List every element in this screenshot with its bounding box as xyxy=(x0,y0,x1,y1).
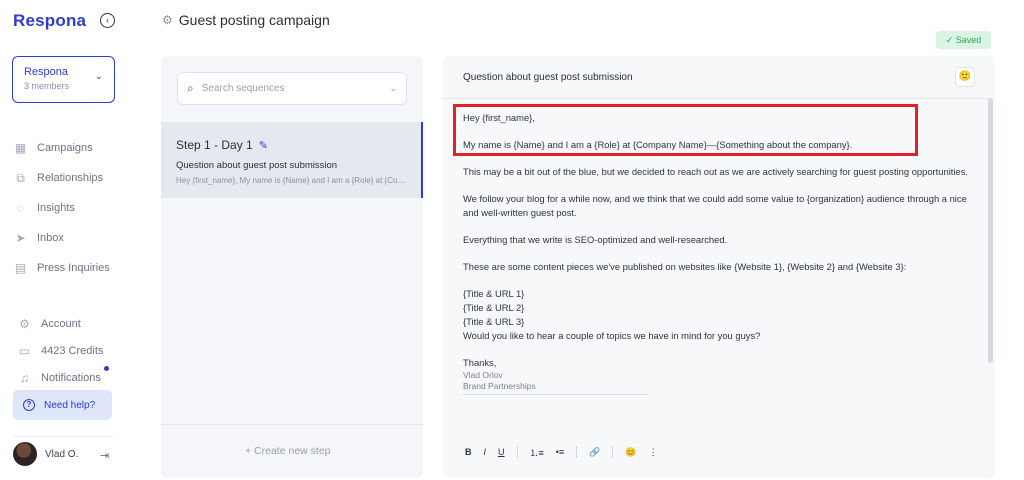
edit-icon[interactable]: ✎ xyxy=(259,139,268,152)
italic-button[interactable]: I xyxy=(484,447,487,457)
subject-field[interactable]: Question about guest post submission xyxy=(463,72,633,83)
subject-bar: Question about guest post submission 🙂 xyxy=(443,56,995,99)
signature-name: Vlad Orlov xyxy=(463,370,503,380)
user-name: Vlad O. xyxy=(45,448,79,460)
help-label: Need help? xyxy=(44,399,96,411)
create-new-step-button[interactable]: + Create new step xyxy=(245,445,331,457)
main-nav: ▦ Campaigns ⧉ Relationships ◌ Insights ➤… xyxy=(13,133,110,283)
sidebar-item-label: 4423 Credits xyxy=(41,344,104,357)
bell-icon: ♫ xyxy=(20,370,29,385)
sidebar-item-insights[interactable]: ◌ Insights xyxy=(13,193,110,223)
search-icon: ⌕ xyxy=(187,81,194,95)
step-title: Step 1 - Day 1 ✎ xyxy=(176,138,421,152)
campaign-title: Guest posting campaign xyxy=(178,12,330,28)
sidebar-item-inbox[interactable]: ➤ Inbox xyxy=(13,223,110,253)
bold-button[interactable]: B xyxy=(465,447,472,457)
body-link-line: {Title & URL 2} xyxy=(463,302,525,313)
inbox-icon: ➤ xyxy=(15,231,26,245)
sidebar-item-label: Campaigns xyxy=(37,142,93,154)
chevron-down-icon: ⌄ xyxy=(94,71,103,82)
page-title: ⚙ Guest posting campaign xyxy=(162,12,330,28)
sequence-panel: ⌕ ⌄ Step 1 - Day 1 ✎ Question about gues… xyxy=(161,56,423,478)
sidebar-item-label: Insights xyxy=(37,202,75,214)
secondary-nav: ⚙ Account ▭ 4423 Credits ♫ Notifications xyxy=(17,310,109,391)
body-paragraph: We follow your blog for a while now, and… xyxy=(463,193,967,218)
notification-dot xyxy=(104,366,109,371)
sidebar-item-account[interactable]: ⚙ Account xyxy=(17,310,103,337)
divider xyxy=(13,436,113,437)
sidebar-item-label: Press Inquiries xyxy=(37,262,110,274)
saved-status-badge: ✓ Saved xyxy=(936,31,991,49)
body-paragraph: These are some content pieces we've publ… xyxy=(463,261,907,272)
app-logo[interactable]: Respona xyxy=(13,11,86,31)
sidebar-item-label: Account xyxy=(41,317,81,330)
signature-title: Brand Partnerships xyxy=(463,381,536,391)
user-profile[interactable]: Vlad O. xyxy=(13,442,78,466)
sidebar-item-press-inquiries[interactable]: ▤ Press Inquiries xyxy=(13,253,110,283)
press-icon: ▤ xyxy=(14,261,27,275)
sidebar-item-credits[interactable]: ▭ 4423 Credits xyxy=(17,337,104,364)
divider xyxy=(161,424,423,425)
collapse-sidebar-icon[interactable]: ‹ xyxy=(100,13,115,28)
gear-icon: ⚙ xyxy=(19,316,30,331)
bullet-list-icon[interactable]: •≡ xyxy=(556,447,564,457)
ordered-list-icon[interactable]: ⒈≡ xyxy=(530,446,544,459)
credits-icon: ▭ xyxy=(18,343,31,358)
step-card[interactable]: Step 1 - Day 1 ✎ Question about guest po… xyxy=(161,122,423,198)
sidebar-item-label: Notifications xyxy=(41,371,101,384)
logout-icon[interactable]: ⇥ xyxy=(100,449,109,462)
insights-icon: ◌ xyxy=(16,201,25,215)
sequence-search[interactable]: ⌕ ⌄ xyxy=(177,72,407,105)
underline-button[interactable]: U xyxy=(498,447,505,457)
chevron-down-icon[interactable]: ⌄ xyxy=(389,83,397,94)
sidebar-item-relationships[interactable]: ⧉ Relationships xyxy=(13,163,110,193)
campaigns-icon: ▦ xyxy=(14,141,27,155)
toolbar-separator xyxy=(576,446,578,458)
step-preview: Hey {first_name}, My name is {Name} and … xyxy=(176,176,408,185)
more-options-icon[interactable]: ⋮ xyxy=(649,447,658,458)
body-link-line: {Title & URL 1} xyxy=(463,288,525,299)
editor-scrollbar[interactable] xyxy=(988,98,993,363)
body-link-line: {Title & URL 3} xyxy=(463,316,525,327)
body-thanks: Thanks, xyxy=(463,357,497,368)
team-members: 3 members xyxy=(24,81,70,91)
need-help-button[interactable]: ? Need help? xyxy=(13,390,112,420)
body-paragraph: Everything that we write is SEO-optimize… xyxy=(463,234,728,245)
avatar xyxy=(13,442,37,466)
format-toolbar: B I U ⒈≡ •≡ 🔗 😊 ⋮ xyxy=(465,444,670,460)
step-title-label: Step 1 - Day 1 xyxy=(176,138,253,152)
link-icon[interactable]: 🔗 xyxy=(589,447,600,458)
body-question: Would you like to hear a couple of topic… xyxy=(463,330,761,341)
toolbar-separator xyxy=(612,446,614,458)
step-subject: Question about guest post submission xyxy=(176,160,338,171)
body-paragraph: This may be a bit out of the blue, but w… xyxy=(463,166,968,177)
sidebar: Respona ‹ Respona 3 members ⌄ ▦ Campaign… xyxy=(0,0,124,480)
gear-icon[interactable]: ⚙ xyxy=(162,13,173,27)
highlight-annotation xyxy=(453,104,918,156)
emoji-icon[interactable]: 😊 xyxy=(625,447,636,458)
sidebar-item-campaigns[interactable]: ▦ Campaigns xyxy=(13,133,110,163)
team-selector[interactable]: Respona 3 members ⌄ xyxy=(12,56,115,103)
toolbar-separator xyxy=(516,446,518,458)
question-icon: ? xyxy=(23,399,35,411)
sidebar-item-notifications[interactable]: ♫ Notifications xyxy=(17,364,103,391)
sidebar-item-label: Inbox xyxy=(37,232,64,244)
emoji-icon[interactable]: 🙂 xyxy=(955,67,975,87)
signature-divider xyxy=(463,394,648,395)
search-input[interactable] xyxy=(201,83,382,94)
sidebar-item-label: Relationships xyxy=(37,172,104,184)
relationships-icon: ⧉ xyxy=(16,170,25,185)
